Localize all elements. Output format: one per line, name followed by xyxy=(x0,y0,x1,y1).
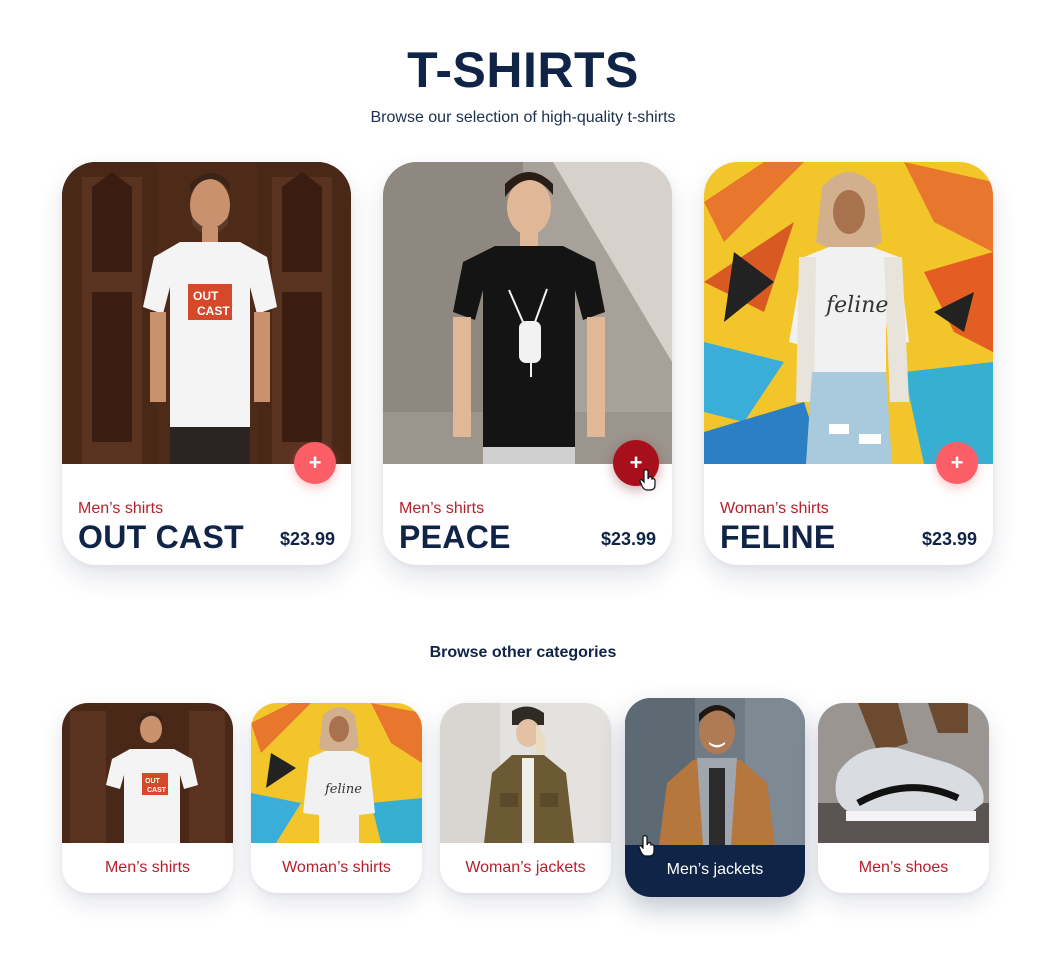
product-image: feline xyxy=(704,162,993,464)
product-name: OUT CAST xyxy=(78,519,244,555)
add-to-cart-button[interactable]: + xyxy=(294,442,336,484)
category-label: Men’s shoes xyxy=(858,859,949,876)
product-price: $23.99 xyxy=(921,529,977,549)
product-category: Woman’s shirts xyxy=(720,500,829,517)
page-title: T-SHIRTS xyxy=(407,42,639,98)
category-image xyxy=(440,703,611,843)
category-card-mens-jackets[interactable]: Men’s jackets xyxy=(625,698,805,897)
category-image xyxy=(625,698,805,845)
product-card-feline[interactable]: feline + Woman’s shirts FELINE $23.99 xyxy=(704,162,993,565)
category-card-womans-jackets[interactable]: Woman’s jackets xyxy=(440,703,611,893)
product-category: Men’s shirts xyxy=(399,500,485,517)
page-subtitle: Browse our selection of high-quality t-s… xyxy=(370,109,676,126)
hand-cursor-icon xyxy=(639,469,656,491)
category-card-mens-shoes[interactable]: Men’s shoes xyxy=(818,703,989,893)
product-card-out-cast[interactable]: OUT CAST + Men’s shirts OUT CAST $23.99 xyxy=(62,162,351,565)
cast-print-text: CAST xyxy=(197,304,230,318)
category-image xyxy=(818,703,989,843)
out-print-text: OUT xyxy=(193,289,219,303)
product-name: PEACE xyxy=(399,519,511,555)
category-label: Men’s shirts xyxy=(104,859,191,876)
product-category: Men’s shirts xyxy=(78,500,164,517)
product-image xyxy=(383,162,672,464)
product-image: OUT CAST xyxy=(62,162,351,464)
out-print-text: OUT xyxy=(145,778,161,785)
feline-print-text: feline xyxy=(824,293,888,318)
hand-cursor-icon xyxy=(638,835,655,857)
category-label: Men’s jackets xyxy=(666,861,764,878)
category-image: OUT CAST xyxy=(62,703,233,843)
category-image: feline xyxy=(251,703,422,843)
product-price: $23.99 xyxy=(279,529,335,549)
category-card-womans-shirts[interactable]: feline Woman’s shirts xyxy=(251,703,422,893)
category-card-mens-shirts[interactable]: OUT CAST Men’s shirts xyxy=(62,703,233,893)
product-name: FELINE xyxy=(720,519,836,555)
category-label: Woman’s shirts xyxy=(282,859,391,876)
cast-print-text: CAST xyxy=(147,787,167,794)
product-price: $23.99 xyxy=(600,529,656,549)
feline-print-text: feline xyxy=(324,782,362,797)
category-label: Woman’s jackets xyxy=(465,859,586,876)
product-card-peace[interactable]: + Men’s shirts PEACE $23.99 xyxy=(383,162,672,565)
add-to-cart-button[interactable]: + xyxy=(936,442,978,484)
page-header: T-SHIRTS Browse our selection of high-qu… xyxy=(0,40,1046,128)
section-title: Browse other categories xyxy=(429,644,617,661)
